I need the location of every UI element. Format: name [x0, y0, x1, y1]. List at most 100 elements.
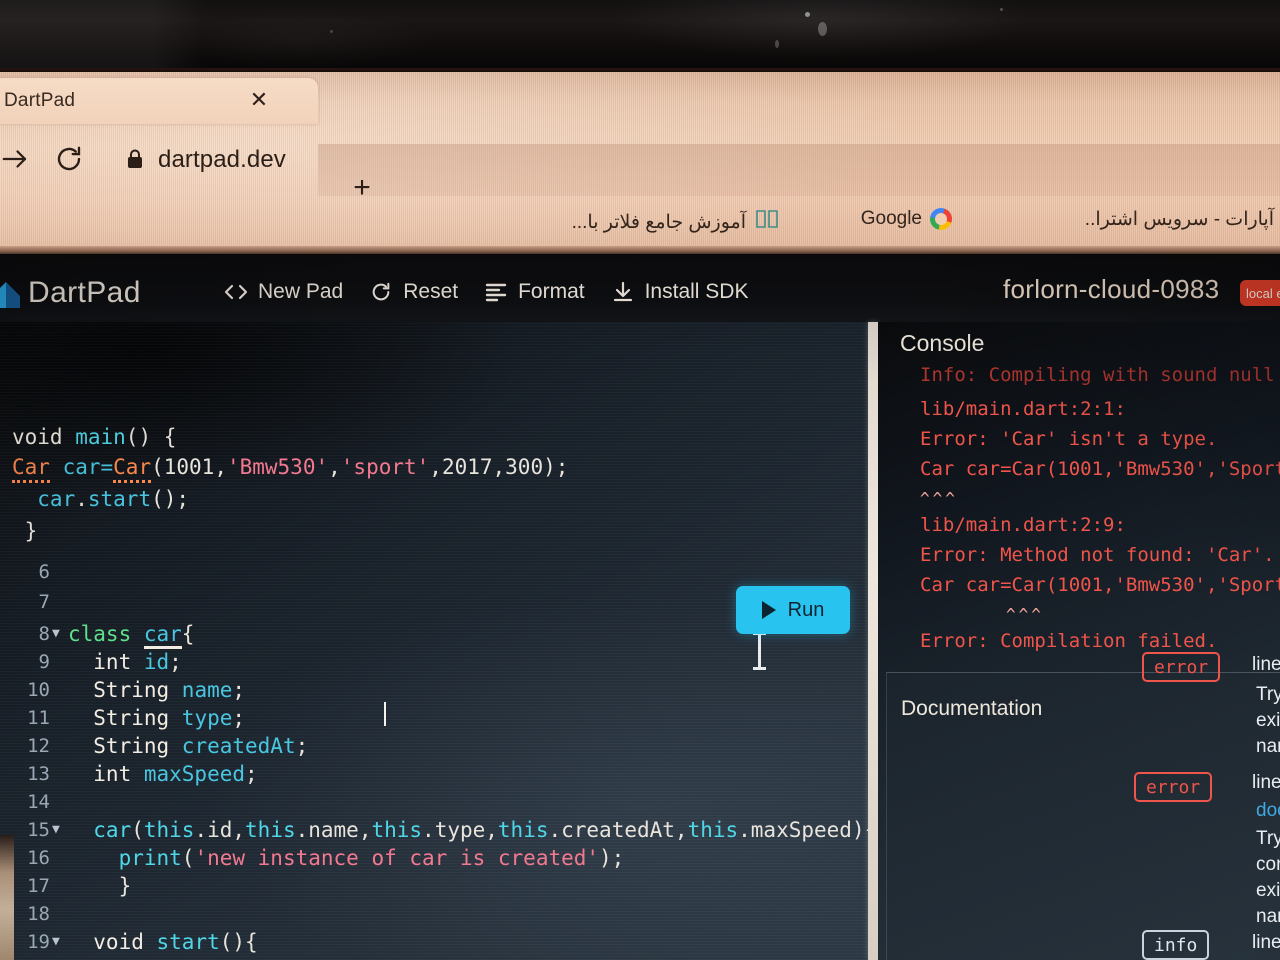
reset-label: Reset: [403, 280, 459, 303]
issue-severity-badge: error: [1134, 772, 1213, 802]
reload-icon: [369, 280, 393, 304]
reset-button[interactable]: Reset: [369, 280, 458, 304]
format-lines-icon: [484, 280, 508, 304]
fold-toggle-icon[interactable]: ▼: [52, 619, 66, 649]
code-line: 12 String createdAt;: [0, 731, 868, 761]
issue-detail-text: existin: [1256, 880, 1280, 901]
code-line: 16 print('new instance of car is created…: [0, 843, 868, 873]
laptop-bezel: [0, 0, 1280, 74]
url-text[interactable]: dartpad.dev: [158, 146, 286, 174]
line-number: 8: [38, 623, 50, 645]
code-text: }: [12, 519, 38, 543]
code-text: void start(){: [68, 930, 258, 954]
issue-line-ref[interactable]: line 2: [1252, 654, 1280, 676]
bezel-reflection: [0, 0, 1280, 72]
download-icon: [611, 280, 635, 304]
issue-line-ref[interactable]: line 2: [1252, 772, 1280, 794]
code-line: 20 print('car is started');: [0, 955, 868, 960]
app-title: DartPad: [28, 276, 141, 309]
arrow-right-icon[interactable]: [0, 142, 32, 176]
issue-detail-text: Try c: [1256, 684, 1280, 705]
code-text: String createdAt;: [68, 734, 309, 758]
code-brackets-icon: [224, 280, 248, 304]
dart-logo-icon: [0, 274, 26, 314]
dust-speck: [805, 12, 810, 17]
code-text: class car{: [68, 619, 194, 649]
code-line: 14: [0, 787, 868, 817]
line-number: 11: [27, 707, 50, 729]
dartpad-toolbar: New Pad Reset Format Install SDK: [224, 274, 748, 310]
code-text: int id;: [68, 650, 182, 674]
dust-speck: [818, 22, 827, 36]
code-line: }: [0, 516, 868, 546]
line-number: 14: [27, 791, 50, 813]
code-text: print('car is started');: [68, 955, 422, 960]
close-icon[interactable]: ✕: [246, 87, 272, 113]
dust-speck: [1000, 8, 1003, 11]
issue-severity-badge: info: [1142, 930, 1210, 960]
issue-detail-text: name: [1256, 736, 1280, 757]
code-line: 19 ▼ void start(){: [0, 927, 868, 957]
lock-icon: [124, 147, 146, 171]
dust-speck: [775, 40, 779, 48]
play-icon: [761, 601, 776, 619]
pad-name[interactable]: forlorn-cloud-0983: [1003, 274, 1219, 305]
code-text: void main() {: [12, 425, 177, 449]
pane-splitter[interactable]: [868, 322, 878, 960]
bookmark-google[interactable]: Google: [861, 208, 952, 230]
screenshot-root: DartPad ✕ + dartpad.dev آپارات - سرویس ا…: [0, 0, 1280, 960]
install-sdk-button[interactable]: Install SDK: [611, 280, 749, 304]
bookmark-flutter-course[interactable]: آموزش جامع فلاتر با...: [572, 208, 780, 236]
new-pad-label: New Pad: [258, 280, 344, 303]
code-text: }: [68, 874, 132, 898]
bookmark-label: Google: [860, 208, 922, 229]
issue-detail-text: correc: [1256, 854, 1280, 875]
book-icon: [754, 208, 780, 236]
line-number: 9: [38, 651, 50, 673]
code-text: car(this.id,this.name,this.type,this.cre…: [68, 818, 868, 842]
browser-tab[interactable]: DartPad ✕: [0, 78, 318, 124]
console-line: Info: Compiling with sound null: [920, 364, 1275, 386]
text-caret: [384, 702, 386, 726]
code-line: 18: [0, 899, 868, 929]
browser-address-bar: dartpad.dev: [0, 128, 1280, 190]
new-pad-button[interactable]: New Pad: [224, 280, 343, 304]
fold-toggle-icon[interactable]: ▼: [52, 927, 66, 957]
line-number: 7: [38, 591, 50, 613]
code-line: 6: [0, 557, 868, 587]
status-badge: local e: [1240, 280, 1280, 306]
run-button[interactable]: Run: [736, 586, 850, 634]
code-text: int maxSpeed;: [68, 762, 258, 786]
issue-line-ref[interactable]: line 8 •: [1252, 932, 1280, 954]
code-text: car.start();: [12, 487, 190, 511]
run-label: Run: [787, 598, 825, 621]
console-line: Error: 'Car' isn't a type.: [920, 428, 1218, 450]
code-editor[interactable]: void main() { Car car=Car(1001,'Bmw530','…: [0, 322, 868, 960]
console-title: Console: [900, 330, 985, 356]
code-line: car.start();: [0, 484, 868, 514]
code-line: 9 int id;: [0, 647, 868, 677]
documentation-title: Documentation: [901, 697, 1043, 720]
console-line: Car car=Car(1001,'Bmw530','Sport: [920, 574, 1280, 596]
issue-severity-badge: error: [1142, 652, 1221, 682]
browser-tabstrip: DartPad ✕ +: [0, 72, 1280, 203]
format-button[interactable]: Format: [484, 280, 585, 304]
console-line: lib/main.dart:2:9:: [920, 514, 1126, 536]
line-number: 6: [38, 561, 50, 583]
line-number: 13: [27, 763, 50, 785]
issue-detail-text: named: [1256, 906, 1280, 927]
line-number: 12: [27, 735, 50, 757]
bookmark-label: آپارات - سرویس اشترا..: [1084, 209, 1274, 230]
fold-toggle-icon[interactable]: ▼: [52, 815, 66, 845]
code-line: 15 ▼ car(this.id,this.name,this.type,this…: [0, 815, 868, 845]
install-sdk-label: Install SDK: [644, 280, 749, 303]
dartpad-header: DartPad New Pad Reset Format Install SDK…: [0, 254, 1280, 322]
issue-detail-text: exist: [1256, 710, 1280, 731]
format-label: Format: [518, 280, 585, 303]
line-number: 10: [27, 679, 50, 701]
console-line: Car car=Car(1001,'Bmw530','Sport: [920, 458, 1280, 480]
bookmark-aparat[interactable]: آپارات - سرویس اشترا..: [1085, 208, 1274, 231]
code-text: Car car=Car(1001,'Bmw530','sport',2017,3…: [12, 452, 568, 483]
code-line: 10 String name;: [0, 675, 868, 705]
reload-icon[interactable]: [52, 142, 86, 176]
